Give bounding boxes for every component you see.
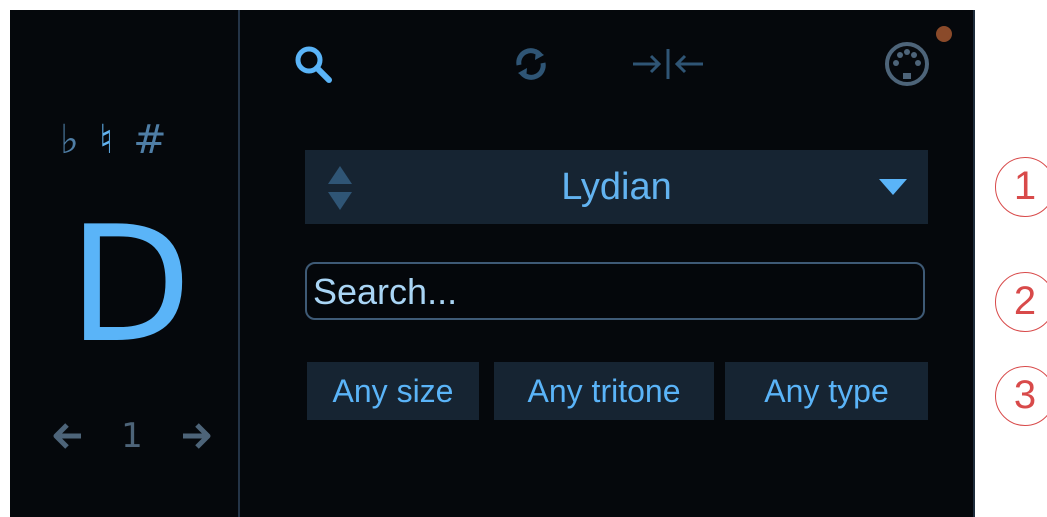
collapse-icon[interactable] [628, 40, 708, 88]
sharp-button[interactable]: # [133, 120, 167, 160]
octave-number: 1 [121, 416, 143, 456]
callout-1: 1 [995, 157, 1047, 217]
tritone-filter-button[interactable]: Any tritone [494, 362, 714, 420]
mode-value: Lydian [561, 166, 672, 208]
next-arrow-icon[interactable] [180, 420, 212, 452]
flat-button[interactable]: ♭ [60, 120, 79, 160]
callout-2: 2 [995, 272, 1047, 332]
search-icon[interactable] [289, 40, 337, 88]
status-badge [936, 26, 952, 42]
panel-edge [973, 10, 975, 517]
search-input[interactable] [313, 268, 913, 316]
octave-stepper: 1 [52, 415, 212, 457]
refresh-icon[interactable] [507, 40, 555, 88]
chevron-down-icon[interactable] [878, 178, 908, 196]
accidental-selector: ♭ ♮ # [60, 118, 210, 162]
type-filter-button[interactable]: Any type [725, 362, 928, 420]
natural-button[interactable]: ♮ [99, 120, 113, 160]
callout-3: 3 [995, 366, 1047, 426]
previous-arrow-icon[interactable] [52, 420, 84, 452]
mode-dropdown[interactable]: Lydian [305, 150, 928, 224]
column-divider [238, 10, 240, 517]
midi-icon[interactable] [883, 40, 931, 88]
search-box [305, 262, 925, 320]
key-root-display[interactable]: D [60, 200, 200, 370]
size-filter-button[interactable]: Any size [307, 362, 479, 420]
